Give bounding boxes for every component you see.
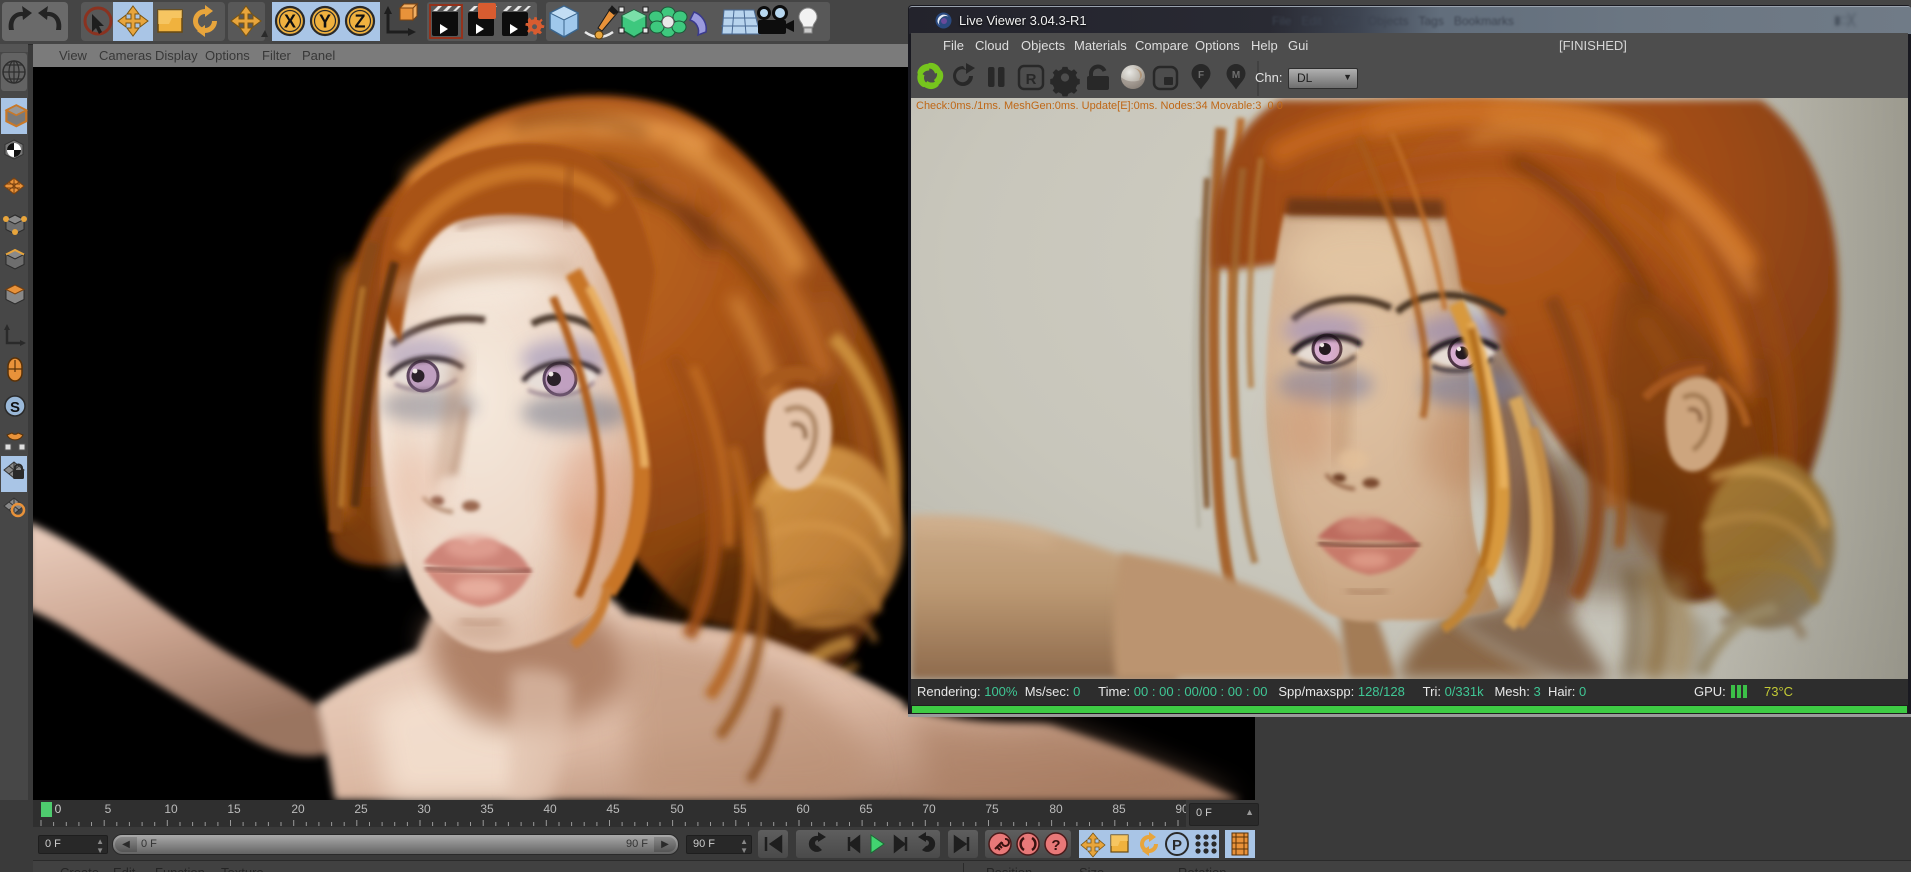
svg-text:70: 70 [922, 802, 936, 816]
svg-text:55: 55 [733, 802, 747, 816]
svg-text:F: F [1198, 70, 1204, 81]
svg-text:35: 35 [480, 802, 494, 816]
svg-text:S: S [10, 399, 20, 416]
svg-text:M: M [1232, 70, 1240, 81]
svg-text:80: 80 [1049, 802, 1063, 816]
svg-text:40: 40 [543, 802, 557, 816]
svg-text:90: 90 [1175, 802, 1186, 816]
svg-text:5: 5 [105, 802, 112, 816]
svg-text:45: 45 [606, 802, 620, 816]
svg-text:30: 30 [417, 802, 431, 816]
svg-text:20: 20 [291, 802, 305, 816]
svg-text:60: 60 [796, 802, 810, 816]
svg-text:P: P [1172, 837, 1182, 854]
svg-text:75: 75 [985, 802, 999, 816]
svg-text:0: 0 [55, 802, 62, 816]
svg-text:85: 85 [1112, 802, 1126, 816]
svg-text:10: 10 [164, 802, 178, 816]
svg-text:Y: Y [319, 12, 331, 32]
svg-text:50: 50 [670, 802, 684, 816]
svg-text:25: 25 [354, 802, 368, 816]
svg-text:R: R [1026, 71, 1037, 88]
svg-text:X: X [284, 12, 296, 32]
svg-text:65: 65 [859, 802, 873, 816]
svg-text:15: 15 [227, 802, 241, 816]
svg-text:Z: Z [355, 12, 366, 32]
svg-text:?: ? [1051, 837, 1060, 854]
